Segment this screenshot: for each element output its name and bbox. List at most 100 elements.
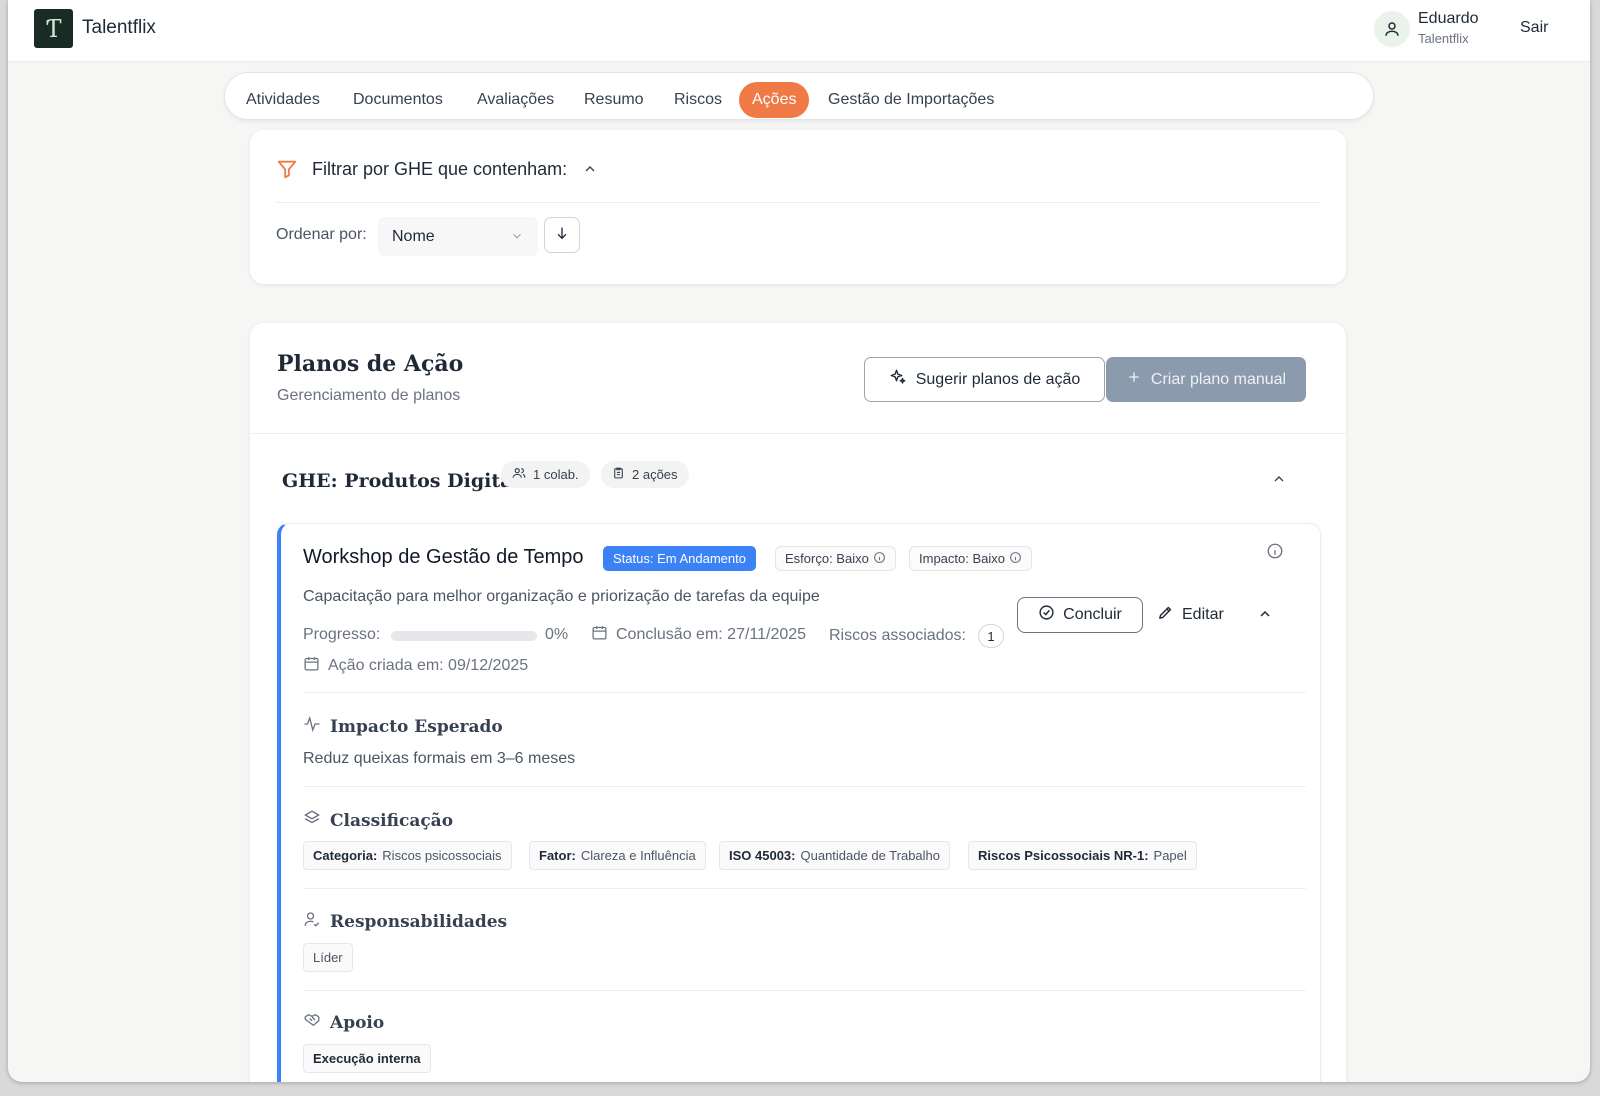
created-date: Ação criada em: 09/12/2025 (303, 655, 528, 677)
responsibility-tag: Líder (303, 943, 353, 972)
suggest-plans-label: Sugerir planos de ação (915, 370, 1081, 388)
impact-section-text: Reduz queixas formais em 3–6 meses (303, 750, 576, 767)
divider (303, 990, 1306, 991)
app-window: Ƭ Talentflix Eduardo Talentflix Sair Ati… (8, 0, 1590, 1082)
tag-value: Líder (313, 950, 343, 965)
check-circle-icon (1038, 604, 1055, 626)
activity-icon (303, 715, 321, 738)
tab-avaliacoes[interactable]: Avaliações (464, 82, 567, 118)
classification-tag: ISO 45003: Quantidade de Trabalho (719, 841, 950, 870)
filter-card: Filtrar por GHE que contenham: Ordenar p… (250, 130, 1346, 284)
progress-label: Progresso: (303, 626, 381, 643)
classification-tag: Categoria: Riscos psicossociais (303, 841, 512, 870)
info-icon[interactable] (873, 551, 886, 567)
action-card: Workshop de Gestão de Tempo Status: Em A… (277, 523, 1321, 1082)
tag-value: Quantidade de Trabalho (800, 848, 941, 863)
actions-count: 2 ações (632, 467, 678, 482)
conclusion-text: Conclusão em: 27/11/2025 (616, 626, 807, 643)
ghe-title: GHE: Produtos Digitais (282, 470, 531, 492)
tag-key: Fator: (539, 848, 576, 863)
edit-button[interactable]: Editar (1157, 597, 1224, 633)
support-tag: Execução interna (303, 1044, 431, 1073)
plans-subtitle: Gerenciamento de planos (277, 387, 461, 404)
divider (303, 888, 1306, 889)
classification-tag: Riscos Psicossociais NR-1: Papel (968, 841, 1197, 870)
tag-key: Categoria: (313, 848, 378, 863)
associated-risks: Riscos associados: 1 (829, 624, 1004, 648)
tag-value: Execução interna (313, 1051, 421, 1066)
users-icon (512, 466, 526, 483)
tag-key: ISO 45003: (729, 848, 796, 863)
action-description: Capacitação para melhor organização e pr… (303, 588, 820, 605)
tab-bar: Atividades Documentos Avaliações Resumo … (224, 72, 1374, 120)
responsibilities-label: Responsabilidades (330, 911, 508, 932)
impact-section-title: Impacto Esperado (303, 715, 503, 738)
plus-icon (1126, 369, 1142, 390)
filter-icon (276, 158, 298, 185)
calendar-icon (591, 624, 608, 646)
top-bar: Ƭ Talentflix Eduardo Talentflix Sair (8, 0, 1590, 62)
classification-title: Classificação (303, 809, 453, 832)
actions-badge: 2 ações (601, 461, 689, 488)
conclude-button[interactable]: Concluir (1017, 597, 1143, 633)
logo: Ƭ (34, 9, 73, 48)
arrow-down-icon (554, 225, 570, 246)
tab-riscos[interactable]: Riscos (661, 82, 735, 118)
effort-badge: Esforço: Baixo (775, 546, 896, 571)
effort-label: Esforço: Baixo (785, 551, 869, 566)
user-name: Eduardo (1418, 10, 1479, 27)
info-icon[interactable] (1265, 541, 1285, 561)
created-text: Ação criada em: 09/12/2025 (328, 657, 529, 674)
edit-label: Editar (1182, 606, 1224, 623)
chevron-up-icon (1271, 471, 1287, 492)
conclude-label: Concluir (1063, 606, 1122, 623)
action-title: Workshop de Gestão de Tempo (303, 546, 584, 568)
support-label: Apoio (330, 1012, 385, 1033)
tab-resumo[interactable]: Resumo (571, 82, 657, 118)
tab-acoes[interactable]: Ações (739, 82, 810, 118)
chevron-up-icon[interactable] (582, 161, 598, 182)
impact-section-label: Impacto Esperado (330, 716, 503, 737)
plans-title: Planos de Ação (277, 351, 464, 377)
sort-select-value: Nome (392, 227, 435, 245)
calendar-icon (303, 655, 320, 677)
conclusion-date: Conclusão em: 27/11/2025 (591, 624, 806, 646)
sort-label: Ordenar por: (276, 226, 367, 243)
impact-badge: Impacto: Baixo (909, 546, 1032, 571)
risks-count[interactable]: 1 (977, 624, 1004, 648)
divider (303, 692, 1306, 693)
progress-bar (391, 631, 537, 641)
clipboard-icon (612, 466, 625, 483)
plans-card: Planos de Ação Gerenciamento de planos S… (250, 323, 1346, 1082)
chevron-up-icon (1257, 606, 1273, 627)
impact-label: Impacto: Baixo (919, 551, 1005, 566)
tag-value: Clareza e Influência (580, 848, 696, 863)
classification-tag: Fator: Clareza e Influência (529, 841, 706, 870)
tab-atividades[interactable]: Atividades (233, 82, 333, 118)
progress-value: 0% (545, 626, 569, 643)
responsibilities-title: Responsabilidades (303, 910, 507, 933)
user-check-icon (303, 910, 321, 933)
layers-icon (303, 809, 321, 832)
collapse-action-button[interactable] (1253, 604, 1277, 628)
create-plan-label: Criar plano manual (1150, 370, 1287, 388)
tag-key: Riscos Psicossociais NR-1: (978, 848, 1149, 863)
sort-select[interactable]: Nome (378, 217, 538, 256)
tab-gestao-importacoes[interactable]: Gestão de Importações (815, 82, 1007, 118)
info-icon[interactable] (1009, 551, 1022, 567)
suggest-plans-button[interactable]: Sugerir planos de ação (864, 357, 1105, 402)
logout-button[interactable]: Sair (1520, 19, 1548, 37)
handshake-icon (303, 1011, 321, 1034)
collapse-ghe-button[interactable] (1267, 469, 1291, 493)
create-plan-button[interactable]: Criar plano manual (1106, 357, 1306, 402)
tag-value: Papel (1153, 848, 1187, 863)
risks-label: Riscos associados: (829, 627, 966, 644)
divider (250, 433, 1346, 434)
tab-documentos[interactable]: Documentos (340, 82, 456, 118)
divider (276, 202, 1320, 203)
collaborators-badge: 1 colab. (501, 461, 590, 488)
user-avatar-icon[interactable] (1374, 11, 1410, 47)
pencil-icon (1157, 604, 1174, 626)
collaborators-count: 1 colab. (533, 467, 579, 482)
sort-direction-button[interactable] (544, 217, 580, 253)
